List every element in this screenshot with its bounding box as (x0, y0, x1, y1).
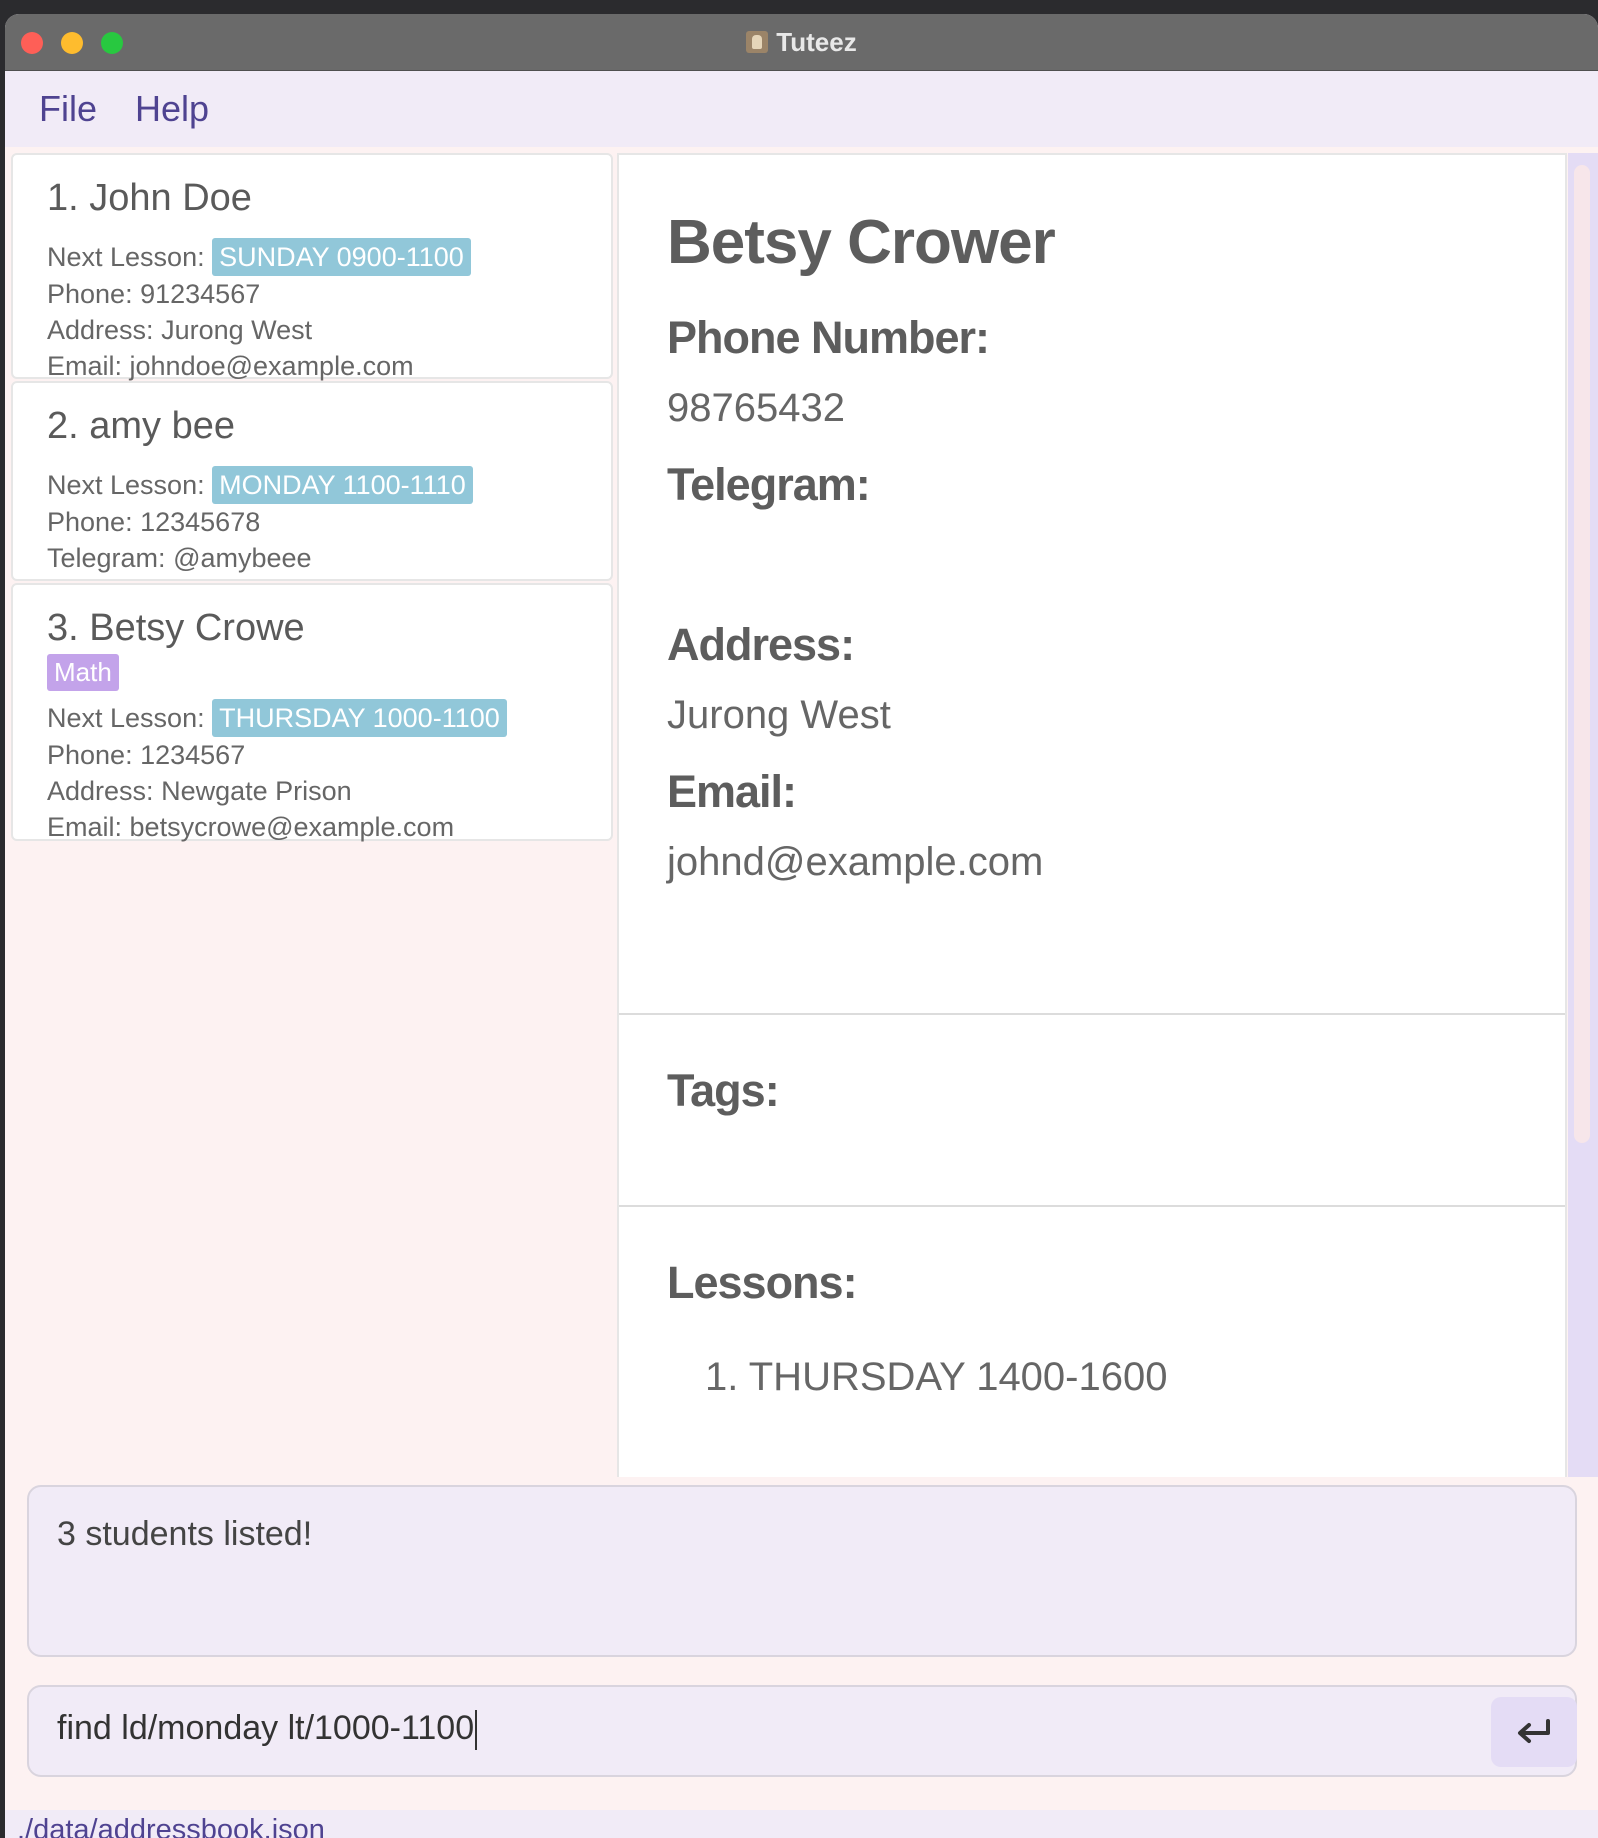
detail-telegram-value (667, 533, 1517, 579)
command-input[interactable]: find ld/monday lt/1000-1100 (57, 1709, 478, 1751)
address-value: Jurong West (161, 315, 313, 345)
next-lesson-badge: THURSDAY 1000-1100 (212, 699, 507, 737)
menu-help[interactable]: Help (135, 88, 209, 130)
address-label: Address: (47, 776, 154, 806)
detail-phone-value: 98765432 (667, 386, 845, 430)
address-row: Address: Jurong West (47, 312, 577, 348)
data-file-path: ./data/addressbook.json (17, 1814, 325, 1838)
telegram-value: @amybeee (173, 543, 312, 573)
contact-section: Betsy Crower Phone Number: 98765432 Tele… (619, 207, 1565, 1013)
next-lesson-badge: MONDAY 1100-1110 (212, 466, 473, 504)
detail-lesson-item: 1. THURSDAY 1400-1600 (705, 1355, 1168, 1399)
tags-section: Tags: (619, 1015, 1565, 1205)
enter-icon (1518, 1719, 1550, 1743)
detail-address-label: Address: (667, 619, 855, 670)
telegram-label: Telegram: (47, 543, 166, 573)
lessons-section: Lessons: 1. THURSDAY 1400-1600 (619, 1207, 1565, 1477)
subject-tag: Math (47, 654, 119, 691)
address-label: Address: (47, 315, 154, 345)
detail-tags-label: Tags: (667, 1065, 780, 1116)
command-text: find ld/monday lt/1000-1100 (57, 1709, 475, 1747)
next-lesson-label: Next Lesson: (47, 242, 205, 272)
next-lesson-row: Next Lesson: THURSDAY 1000-1100 (47, 699, 577, 737)
email-row: Email: johndoe@example.com (47, 348, 577, 384)
phone-row: Phone: 1234567 (47, 737, 577, 773)
phone-row: Phone: 91234567 (47, 276, 577, 312)
next-lesson-badge: SUNDAY 0900-1100 (212, 238, 471, 276)
app-window: Tuteez File Help 1. John Doe Next Lesson… (5, 14, 1598, 1838)
scrollbar-thumb[interactable] (1574, 165, 1590, 1143)
student-list[interactable]: 1. John Doe Next Lesson: SUNDAY 0900-110… (11, 153, 615, 843)
student-card[interactable]: 2. amy bee Next Lesson: MONDAY 1100-1110… (11, 381, 613, 581)
phone-value: 12345678 (140, 507, 261, 537)
student-name: 2. amy bee (47, 405, 235, 447)
email-label: Email: (47, 351, 123, 381)
text-caret (475, 1710, 478, 1751)
menu-file[interactable]: File (39, 88, 97, 130)
email-label: Email: (47, 812, 123, 842)
phone-label: Phone: (47, 279, 133, 309)
address-value: Newgate Prison (161, 776, 352, 806)
next-lesson-row: Next Lesson: SUNDAY 0900-1100 (47, 238, 577, 276)
next-lesson-label: Next Lesson: (47, 470, 205, 500)
detail-email-value: johnd@example.com (667, 840, 1044, 884)
main-content: 1. John Doe Next Lesson: SUNDAY 0900-110… (5, 147, 1598, 1477)
detail-telegram-label: Telegram: (667, 459, 871, 510)
email-value: betsycrowe@example.com (129, 812, 455, 842)
telegram-row: Telegram: @amybeee (47, 540, 577, 576)
phone-value: 91234567 (140, 279, 261, 309)
detail-address-value: Jurong West (667, 693, 891, 737)
command-box[interactable]: find ld/monday lt/1000-1100 (27, 1685, 1577, 1777)
email-value: johndoe@example.com (129, 351, 414, 381)
detail-student-name: Betsy Crower (667, 208, 1056, 277)
result-message: 3 students listed! (57, 1515, 313, 1553)
detail-lessons-label: Lessons: (667, 1257, 858, 1308)
phone-label: Phone: (47, 507, 133, 537)
next-lesson-row: Next Lesson: MONDAY 1100-1110 (47, 466, 577, 504)
address-row: Address: Newgate Prison (47, 773, 577, 809)
phone-label: Phone: (47, 740, 133, 770)
result-display: 3 students listed! (27, 1485, 1577, 1657)
detail-phone-label: Phone Number: (667, 312, 990, 363)
student-card[interactable]: 1. John Doe Next Lesson: SUNDAY 0900-110… (11, 153, 613, 381)
detail-scrollbar[interactable] (1568, 153, 1598, 1477)
window-title: Tuteez (776, 26, 857, 57)
detail-email-label: Email: (667, 766, 797, 817)
app-icon (746, 31, 769, 53)
phone-value: 1234567 (140, 740, 246, 770)
email-row: Email: betsycrowe@example.com (47, 809, 577, 845)
student-card[interactable]: 3. Betsy Crowe Math Next Lesson: THURSDA… (11, 583, 613, 842)
title-bar: Tuteez (5, 14, 1598, 71)
phone-row: Phone: 12345678 (47, 504, 577, 540)
next-lesson-label: Next Lesson: (47, 703, 205, 733)
student-detail-panel[interactable]: Betsy Crower Phone Number: 98765432 Tele… (617, 153, 1567, 1477)
student-name: 3. Betsy Crowe (47, 607, 305, 649)
enter-button[interactable] (1491, 1697, 1577, 1767)
status-bar: ./data/addressbook.json (5, 1810, 1598, 1838)
student-name: 1. John Doe (47, 177, 252, 219)
menu-bar: File Help (5, 71, 1598, 147)
